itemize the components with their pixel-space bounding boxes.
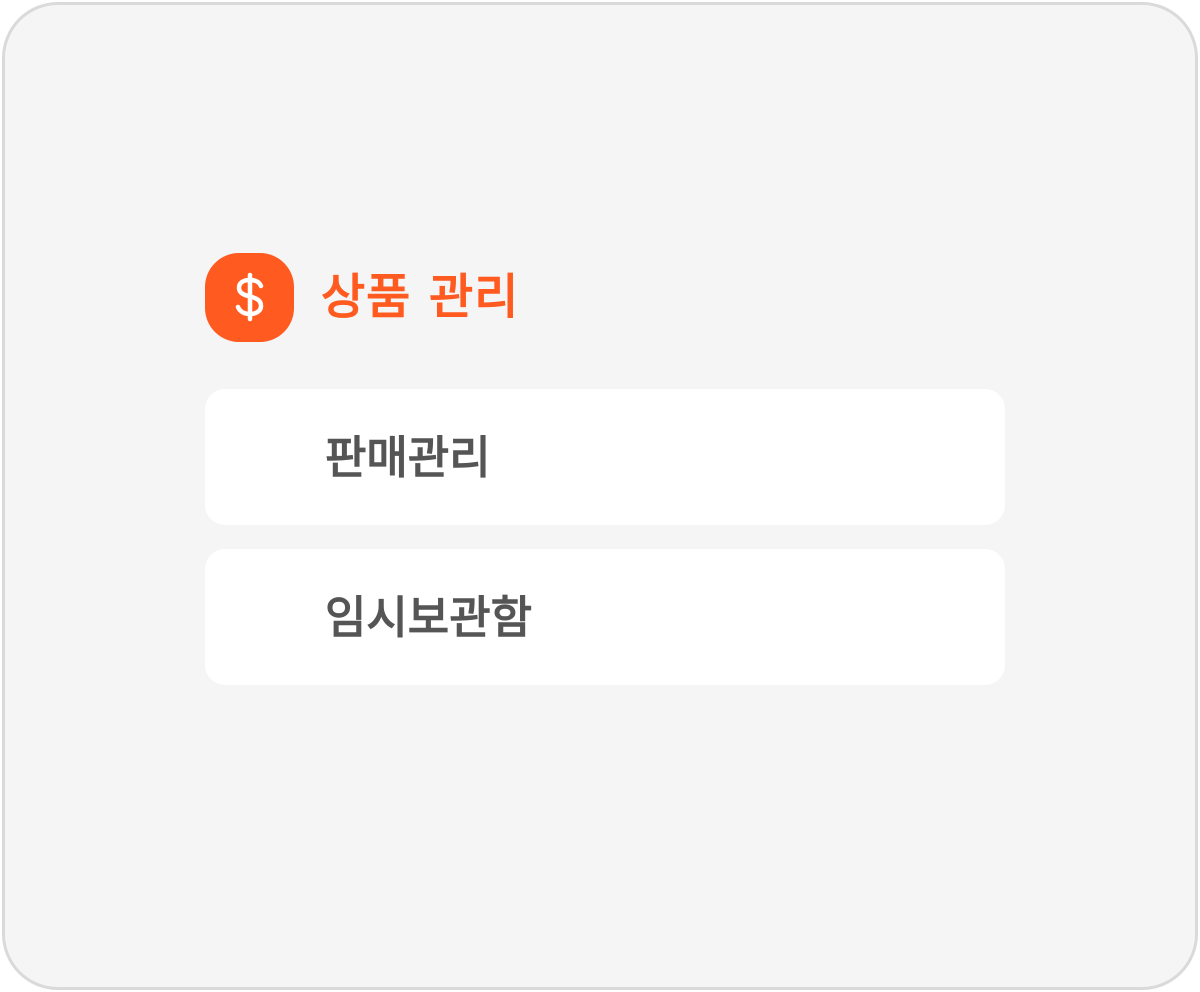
menu-item-drafts[interactable]: 임시보관함 [205, 549, 1005, 685]
section-title: 상품 관리 [321, 269, 520, 325]
section-header: 상품 관리 [205, 252, 519, 342]
menu-item-label: 판매관리 [325, 430, 491, 484]
menu-item-sales-management[interactable]: 판매관리 [205, 389, 1005, 525]
dollar-sign-icon [205, 252, 294, 342]
menu-item-label: 임시보관함 [325, 590, 533, 644]
menu-panel: 상품 관리 판매관리 임시보관함 [2, 2, 1198, 990]
